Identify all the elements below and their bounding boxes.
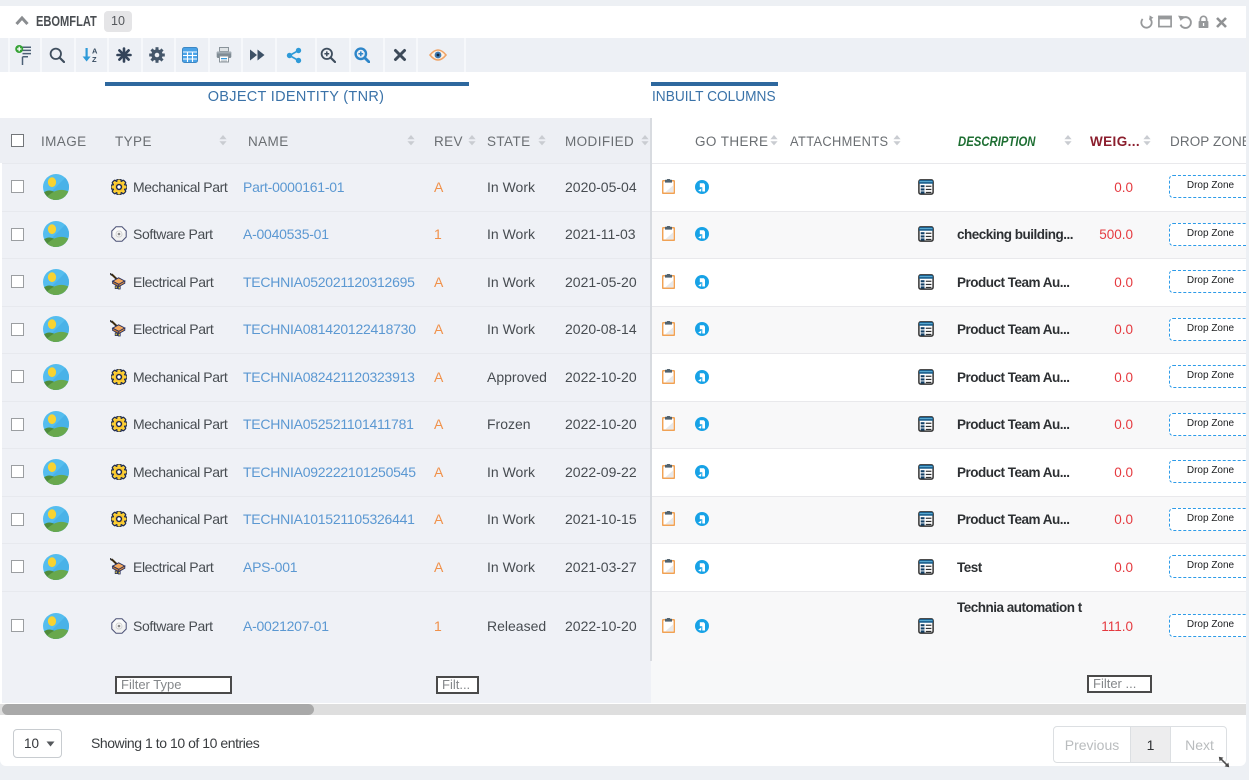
svg-text:Z: Z [92, 55, 97, 63]
